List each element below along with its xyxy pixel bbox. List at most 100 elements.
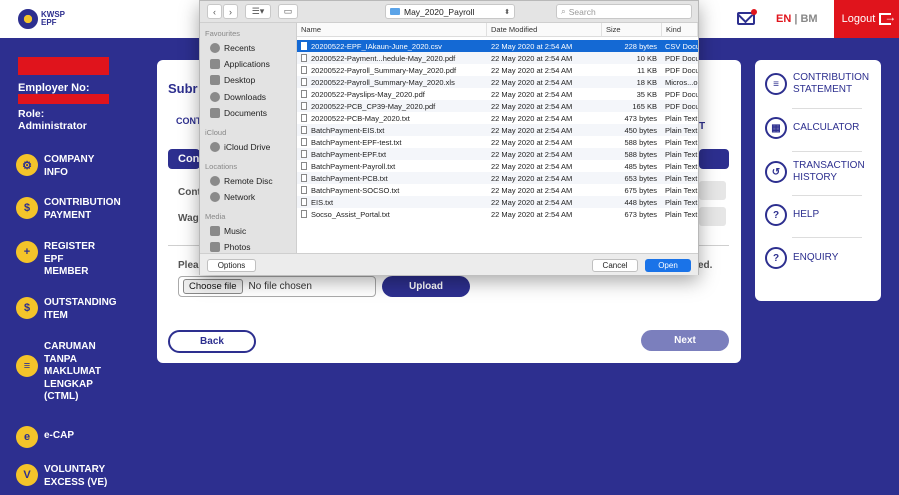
- file-size: 10 KB: [602, 54, 657, 63]
- sidebar-item-network[interactable]: Network: [210, 192, 255, 202]
- file-icon: [301, 54, 307, 62]
- file-name-text: Socso_Assist_Portal.txt: [311, 210, 390, 219]
- file-kind: Micros...o: [665, 78, 698, 87]
- file-input[interactable]: Choose file No file chosen: [178, 276, 376, 297]
- file-icon: [301, 138, 307, 146]
- path-selector[interactable]: May_2020_Payroll ⬍: [385, 4, 515, 19]
- file-date-modified: 22 May 2020 at 2:54 AM: [491, 114, 601, 123]
- sidebar-item-ecap[interactable]: e e-CAP: [16, 426, 141, 448]
- sidebar-item-music[interactable]: Music: [210, 226, 246, 236]
- link-calculator[interactable]: ▦ CALCULATOR: [765, 117, 877, 139]
- sidebar-item-icloud-drive[interactable]: iCloud Drive: [210, 142, 270, 152]
- file-kind: Plain Text: [665, 126, 698, 135]
- file-row[interactable]: 20200522-EPF_IAkaun-June_2020.csv 22 May …: [297, 40, 698, 52]
- enquiry-icon: ?: [765, 247, 787, 269]
- link-contribution-statement[interactable]: ≡ CONTRIBUTION STATEMENT: [765, 72, 877, 96]
- file-date-modified: 22 May 2020 at 2:54 AM: [491, 126, 601, 135]
- sidebar-item-photos[interactable]: Photos: [210, 242, 250, 252]
- file-date-modified: 22 May 2020 at 2:54 AM: [491, 78, 601, 87]
- choose-file-button[interactable]: Choose file: [183, 279, 243, 294]
- logout-button[interactable]: Logout: [834, 0, 899, 38]
- sidebar-item-remote-disc[interactable]: Remote Disc: [210, 176, 273, 186]
- file-kind: Plain Text: [665, 186, 698, 195]
- column-header-size[interactable]: Size: [602, 23, 662, 37]
- column-header-kind[interactable]: Kind: [662, 23, 698, 37]
- cancel-button[interactable]: Cancel: [592, 259, 638, 272]
- sidebar-item-contribution-payment[interactable]: $ CONTRIBUTION PAYMENT: [16, 197, 141, 222]
- file-row[interactable]: 20200522-Payslips-May_2020.pdf 22 May 202…: [297, 88, 698, 100]
- sidebar-item-applications[interactable]: Applications: [210, 59, 270, 69]
- file-kind: Plain Text: [665, 210, 698, 219]
- chevron-left-icon: ‹: [213, 6, 216, 17]
- column-header-name[interactable]: Name: [297, 23, 487, 37]
- lang-bm-link[interactable]: BM: [800, 13, 817, 25]
- wage-field[interactable]: [699, 207, 726, 226]
- next-button[interactable]: Next: [641, 330, 729, 351]
- file-row[interactable]: BatchPayment-PCB.txt 22 May 2020 at 2:54 …: [297, 172, 698, 184]
- logo-emblem-icon: [18, 9, 38, 29]
- sidebar-item-outstanding-item[interactable]: $ OUTSTANDING ITEM: [16, 297, 141, 322]
- file-row[interactable]: 20200522-Payroll_Summary-May_2020.pdf 22 …: [297, 64, 698, 76]
- file-date-modified-text: 22 May 2020 at 2:54 AM: [491, 54, 573, 63]
- sidebar-item-label: Music: [224, 226, 247, 236]
- cloud-icon: [210, 142, 220, 152]
- file-size-text: 485 bytes: [624, 162, 657, 171]
- folder-icon: [390, 8, 400, 15]
- file-row[interactable]: BatchPayment-EIS.txt 22 May 2020 at 2:54 …: [297, 124, 698, 136]
- file-row[interactable]: BatchPayment-SOCSO.txt 22 May 2020 at 2:5…: [297, 184, 698, 196]
- file-name: BatchPayment-EIS.txt: [301, 126, 486, 135]
- link-label: ENQUIRY: [793, 252, 839, 263]
- forward-nav-button[interactable]: ›: [223, 4, 238, 19]
- file-size: 450 bytes: [602, 126, 657, 135]
- back-nav-button[interactable]: ‹: [207, 4, 222, 19]
- kwsp-logo[interactable]: KWSP EPF: [18, 6, 74, 32]
- file-date-modified: 22 May 2020 at 2:54 AM: [491, 54, 601, 63]
- sidebar-item-company-info[interactable]: ⚙ COMPANY INFO: [16, 154, 141, 179]
- back-button[interactable]: Back: [168, 330, 256, 353]
- tab-strip-left[interactable]: Con: [168, 149, 200, 169]
- sidebar-item-desktop[interactable]: Desktop: [210, 75, 255, 85]
- options-button[interactable]: Options: [207, 259, 256, 272]
- link-transaction-history[interactable]: ↺ TRANSACTION HISTORY: [765, 160, 877, 184]
- file-kind-text: Plain Text: [665, 150, 698, 159]
- search-input[interactable]: ⌕ Search: [556, 4, 692, 19]
- contribution-field[interactable]: [699, 181, 726, 200]
- upload-button[interactable]: Upload: [382, 276, 470, 297]
- view-mode-button[interactable]: ☰▾: [245, 4, 271, 19]
- link-enquiry[interactable]: ? ENQUIRY: [765, 247, 877, 269]
- file-status: No file chosen: [248, 281, 312, 292]
- file-row[interactable]: 20200522-PCB_CP39-May_2020.pdf 22 May 202…: [297, 100, 698, 112]
- link-help[interactable]: ? HELP: [765, 204, 877, 226]
- file-date-modified: 22 May 2020 at 2:54 AM: [491, 174, 601, 183]
- file-kind-text: Micros...o: [665, 78, 698, 87]
- file-row[interactable]: BatchPayment-EPF.txt 22 May 2020 at 2:54 …: [297, 148, 698, 160]
- sidebar-item-documents[interactable]: Documents: [210, 108, 267, 118]
- file-row[interactable]: Socso_Assist_Portal.txt 22 May 2020 at 2:…: [297, 208, 698, 220]
- file-row[interactable]: EIS.txt 22 May 2020 at 2:54 AM 448 bytes Pl…: [297, 196, 698, 208]
- lang-en-link[interactable]: EN: [776, 13, 791, 25]
- file-name: BatchPayment-PCB.txt: [301, 174, 486, 183]
- file-row[interactable]: 20200522-Payroll_Summary-May_2020.xls 22 …: [297, 76, 698, 88]
- file-size-text: 588 bytes: [624, 138, 657, 147]
- file-row[interactable]: BatchPayment-EPF-test.txt 22 May 2020 at …: [297, 136, 698, 148]
- photos-icon: [210, 242, 220, 252]
- column-header-modified[interactable]: Date Modified: [487, 23, 602, 37]
- file-size-text: 228 bytes: [624, 42, 657, 51]
- sidebar-item-label: CARUMAN TANPA MAKLUMAT LENGKAP (CTML): [44, 341, 102, 402]
- file-name: BatchPayment-Payroll.txt: [301, 162, 486, 171]
- sidebar-item-ctml[interactable]: ≡ CARUMAN TANPA MAKLUMAT LENGKAP (CTML): [16, 341, 141, 404]
- sidebar-item-downloads[interactable]: Downloads: [210, 92, 266, 102]
- sidebar-item-register-epf-member[interactable]: + REGISTER EPF MEMBER: [16, 241, 141, 279]
- file-name-text: 20200522-Payroll_Summary-May_2020.xls: [311, 78, 455, 87]
- file-row[interactable]: 20200522-Payment...hedule-May_2020.pdf 22…: [297, 52, 698, 64]
- file-row[interactable]: 20200522-PCB-May_2020.txt 22 May 2020 at …: [297, 112, 698, 124]
- sidebar-item-recents[interactable]: Recents: [210, 43, 255, 53]
- file-icon: [301, 126, 307, 134]
- ecap-icon: e: [16, 426, 38, 448]
- file-list: Name Date Modified Size Kind 20200522-EP…: [297, 23, 698, 253]
- file-size: 165 KB: [602, 102, 657, 111]
- open-button[interactable]: Open: [645, 259, 691, 272]
- file-row[interactable]: BatchPayment-Payroll.txt 22 May 2020 at 2…: [297, 160, 698, 172]
- sidebar-item-voluntary-excess[interactable]: V VOLUNTARY EXCESS (VE): [16, 464, 141, 489]
- new-folder-button[interactable]: ▭: [278, 4, 298, 19]
